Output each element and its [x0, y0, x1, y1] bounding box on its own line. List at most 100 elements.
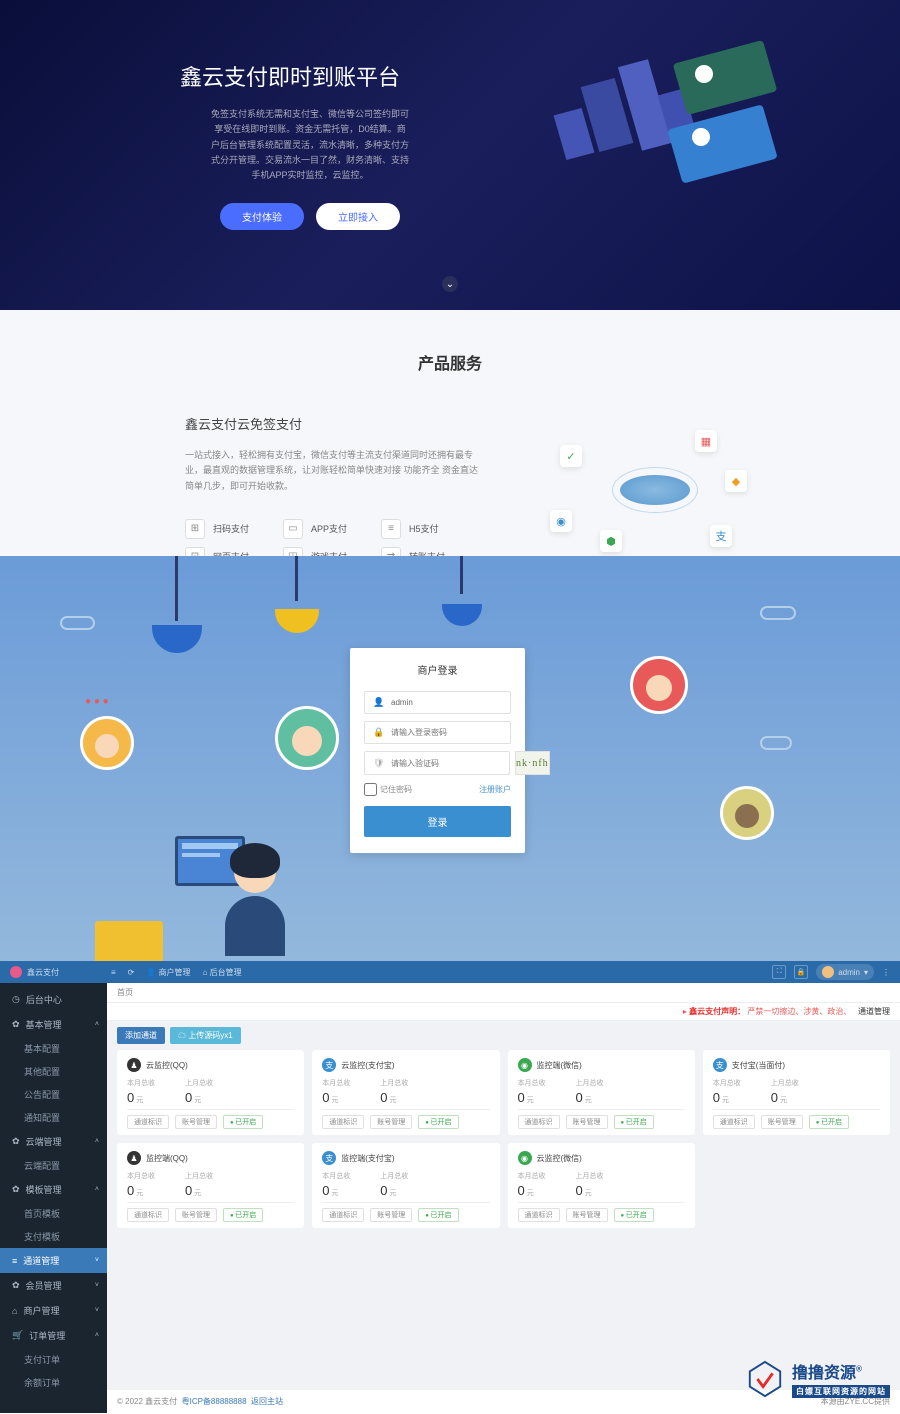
refresh-icon[interactable]: ⟳ [128, 968, 135, 977]
sidebar-subitem[interactable]: 首页模板 [0, 1202, 107, 1225]
home-icon: ◷ [12, 994, 20, 1005]
sidebar-item-label: 基本管理 [26, 1018, 62, 1031]
stat-label: 本月总收 [127, 1171, 155, 1181]
channel-mark-button[interactable]: 通道标识 [518, 1115, 560, 1129]
stat-value: 0元 [380, 1183, 408, 1198]
account-manage-button[interactable]: 账号管理 [566, 1115, 608, 1129]
stat-label: 上月总收 [380, 1171, 408, 1181]
channel-mark-button[interactable]: 通道标识 [127, 1115, 169, 1129]
status-toggle[interactable]: 已开启 [614, 1208, 654, 1222]
hero-title: 鑫云支付即时到账平台 [180, 60, 440, 92]
sidebar-subitem[interactable]: 云端配置 [0, 1154, 107, 1177]
captcha-input[interactable] [391, 759, 501, 768]
speech-dots: ● ● ● [85, 696, 109, 707]
cloud-decoration [760, 606, 796, 620]
status-toggle[interactable]: 已开启 [614, 1115, 654, 1129]
channel-icon: ♟ [127, 1151, 141, 1165]
sidebar-group[interactable]: ⌂商户管理˅ [0, 1298, 107, 1323]
account-manage-button[interactable]: 账号管理 [175, 1208, 217, 1222]
notice-link[interactable]: 通道管理 [858, 1007, 890, 1016]
stat-label: 本月总收 [322, 1171, 350, 1181]
channel-mark-button[interactable]: 通道标识 [127, 1208, 169, 1222]
user-menu[interactable]: admin ▾ [816, 964, 874, 980]
sidebar-subitem[interactable]: 支付订单 [0, 1348, 107, 1371]
channel-mark-button[interactable]: 通道标识 [322, 1208, 364, 1222]
product-label: APP支付 [311, 522, 347, 535]
sidebar-group[interactable]: 🛒订单管理˄ [0, 1323, 107, 1348]
sidebar-item-label: 后台中心 [26, 993, 62, 1006]
avatar-decoration [720, 786, 774, 840]
sidebar-subitem[interactable]: 其他配置 [0, 1060, 107, 1083]
password-field[interactable]: 🔒 [364, 721, 511, 744]
sidebar-subitem[interactable]: 基本配置 [0, 1037, 107, 1060]
captcha-field[interactable]: 🛡 [364, 751, 510, 775]
captcha-image[interactable]: nk·nfh [515, 751, 550, 775]
sidebar-group[interactable]: ✿会员管理˅ [0, 1273, 107, 1298]
account-manage-button[interactable]: 账号管理 [761, 1115, 803, 1129]
register-link[interactable]: 注册账户 [479, 784, 511, 795]
merchant-link[interactable]: 👤 商户管理 [146, 967, 190, 978]
status-toggle[interactable]: 已开启 [418, 1208, 458, 1222]
remember-checkbox[interactable]: 记住密码 [364, 783, 412, 796]
sidebar-group[interactable]: ≡通道管理˅ [0, 1248, 107, 1273]
account-manage-button[interactable]: 账号管理 [566, 1208, 608, 1222]
channel-icon: ◉ [518, 1151, 532, 1165]
sidebar-group[interactable]: ✿基本管理˄ [0, 1012, 107, 1037]
status-toggle[interactable]: 已开启 [809, 1115, 849, 1129]
join-button[interactable]: 立即接入 [316, 203, 400, 230]
sidebar-subitem[interactable]: 支付模板 [0, 1225, 107, 1248]
lamp-decoration [460, 556, 463, 594]
scroll-down-icon[interactable]: ⌄ [442, 276, 458, 292]
product-item[interactable]: ⊞扫码支付 [185, 519, 275, 539]
login-button[interactable]: 登录 [364, 806, 511, 837]
avatar [822, 966, 834, 978]
watermark-name: 撸撸资源 [792, 1365, 856, 1382]
sidebar-group[interactable]: ✿模板管理˄ [0, 1177, 107, 1202]
try-button[interactable]: 支付体验 [220, 203, 304, 230]
account-manage-button[interactable]: 账号管理 [370, 1115, 412, 1129]
username-input[interactable] [391, 698, 502, 707]
products-desc: 一站式接入，轻松拥有支付宝，微信支付等主流支付渠道同时还拥有最专业，最直观的数据… [185, 448, 485, 494]
status-toggle[interactable]: 已开启 [223, 1115, 263, 1129]
copyright: © 2022 鑫云支付 [117, 1397, 177, 1406]
more-icon[interactable]: ⋮ [882, 968, 890, 977]
channel-mark-button[interactable]: 通道标识 [713, 1115, 755, 1129]
fullscreen-icon[interactable]: ⛶ [772, 965, 786, 979]
products-illustration: ✓ ▦ ◆ ◉ ⬢ 支 [540, 420, 770, 560]
admin-logo[interactable]: 鑫云支付 [10, 966, 105, 978]
channel-card: ♟ 监控端(QQ) 本月总收0元 上月总收0元 通道标识 账号管理 已开启 [117, 1143, 304, 1228]
sidebar-subitem[interactable]: 余额订单 [0, 1371, 107, 1394]
group-icon: ✿ [12, 1019, 20, 1030]
product-item[interactable]: ▭APP支付 [283, 519, 373, 539]
notice-bar: ▸ 鑫云支付声明： 严禁一切擦边、涉黄、政治、 通道管理 [107, 1003, 900, 1021]
menu-toggle-icon[interactable]: ≡ [111, 968, 116, 977]
account-manage-button[interactable]: 账号管理 [370, 1208, 412, 1222]
channel-card: 支 监控端(支付宝) 本月总收0元 上月总收0元 通道标识 账号管理 已开启 [312, 1143, 499, 1228]
status-toggle[interactable]: 已开启 [418, 1115, 458, 1129]
sidebar-subitem[interactable]: 公告配置 [0, 1083, 107, 1106]
lock-screen-icon[interactable]: 🔒 [794, 965, 808, 979]
add-channel-button[interactable]: 添加通道 [117, 1027, 165, 1044]
channel-mark-button[interactable]: 通道标识 [322, 1115, 364, 1129]
stat-label: 上月总收 [380, 1078, 408, 1088]
sidebar-subitem[interactable]: 通知配置 [0, 1106, 107, 1129]
stat-label: 上月总收 [576, 1171, 604, 1181]
icp-link[interactable]: 粤ICP备88888888 [182, 1397, 247, 1406]
upload-source-button[interactable]: ☁ 上传源码yx1 [170, 1027, 241, 1044]
username-field[interactable]: 👤 [364, 691, 511, 714]
laptop-decoration [95, 921, 163, 961]
stat-label: 本月总收 [322, 1078, 350, 1088]
sidebar-item-home[interactable]: ◷ 后台中心 [0, 987, 107, 1012]
sidebar-group[interactable]: ✿云端管理˄ [0, 1129, 107, 1154]
backend-link[interactable]: ⌂ 后台管理 [203, 967, 242, 978]
status-toggle[interactable]: 已开启 [223, 1208, 263, 1222]
admin-panel: 鑫云支付 ≡ ⟳ 👤 商户管理 ⌂ 后台管理 ⛶ 🔒 admin ▾ ⋮ ◷ 后… [0, 961, 900, 1413]
sidebar-item-label: 模板管理 [26, 1183, 62, 1196]
product-item[interactable]: ≡H5支付 [381, 519, 471, 539]
password-input[interactable] [391, 728, 502, 737]
username-label: admin [838, 968, 860, 977]
account-manage-button[interactable]: 账号管理 [175, 1115, 217, 1129]
channel-mark-button[interactable]: 通道标识 [518, 1208, 560, 1222]
home-link[interactable]: 返回主站 [251, 1397, 283, 1406]
stat-value: 0元 [185, 1090, 213, 1105]
